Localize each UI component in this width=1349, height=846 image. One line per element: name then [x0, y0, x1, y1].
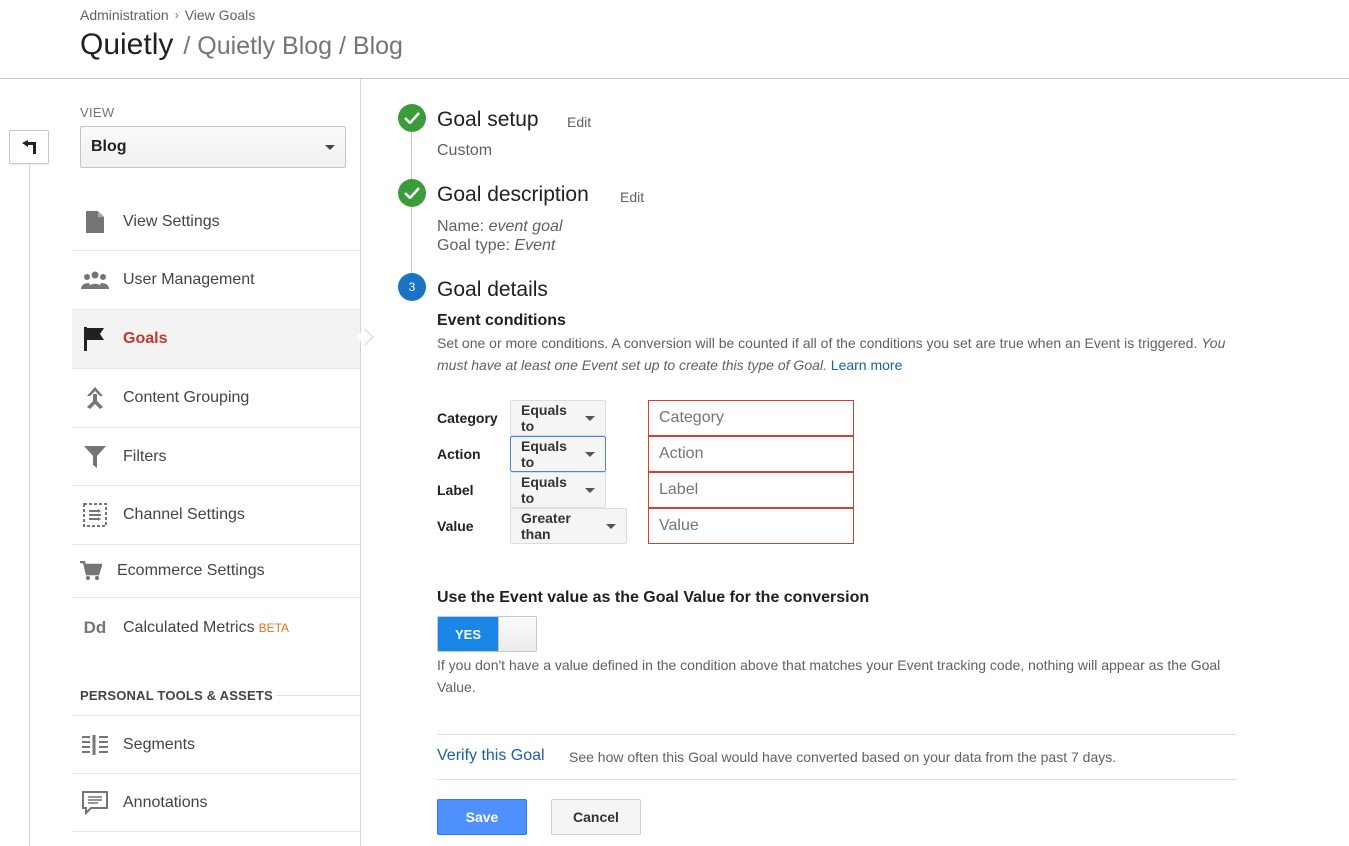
sidebar-item-label: Ecommerce Settings [117, 562, 265, 579]
condition-label-category: Category [437, 410, 498, 426]
chevron-down-icon [606, 523, 616, 529]
goal-value-note: If you don't have a value defined in the… [437, 657, 1221, 695]
property-view-path[interactable]: / Quietly Blog / Blog [183, 32, 403, 61]
sidebar-item-content-grouping[interactable]: Content Grouping [72, 369, 360, 428]
cancel-button[interactable]: Cancel [551, 799, 641, 835]
rail-divider [29, 165, 30, 846]
goal-name-line: Name: event goal [437, 218, 563, 235]
back-button[interactable] [9, 130, 49, 164]
chevron-down-icon [585, 415, 595, 421]
dd-icon: Dd [83, 617, 107, 637]
verify-goal-description: See how often this Goal would have conve… [569, 749, 1117, 765]
toggle-yes-label: YES [438, 617, 498, 651]
admin-sidebar: VIEW Blog View Settings User Management … [72, 79, 374, 846]
breadcrumb-separator: › [174, 8, 179, 22]
sidebar-item-label: Goals [123, 330, 168, 347]
chevron-down-icon [585, 487, 595, 493]
category-input[interactable] [648, 400, 854, 436]
save-button[interactable]: Save [437, 799, 527, 835]
event-conditions-description: Set one or more conditions. A conversion… [437, 335, 1226, 373]
goal-value-title: Use the Event value as the Goal Value fo… [437, 589, 870, 606]
filter-icon [80, 444, 110, 470]
goal-description-edit-link[interactable]: Edit [620, 189, 644, 205]
chevron-down-icon [325, 144, 335, 150]
sidebar-item-view-settings[interactable]: View Settings [72, 193, 360, 251]
toggle-knob [498, 617, 536, 651]
sidebar-item-label: Segments [123, 735, 196, 753]
sidebar-item-label: Annotations [123, 793, 208, 811]
condition-label-action: Action [437, 446, 481, 462]
divider [437, 779, 1237, 780]
divider [437, 734, 1237, 735]
page-header: Administration › View Goals Quietly / Qu… [0, 0, 1349, 79]
view-label: VIEW [80, 105, 115, 120]
sidebar-item-goals[interactable]: Goals [72, 310, 360, 369]
step-goal-details-title: Goal details [437, 278, 548, 301]
sidebar-item-segments[interactable]: Segments [72, 715, 360, 774]
goal-setup-value: Custom [437, 142, 493, 159]
goal-name-value: event goal [488, 218, 563, 235]
annotations-icon [80, 790, 110, 816]
category-operator-dropdown[interactable]: Equals to [510, 400, 606, 436]
goal-type-line: Goal type: Event [437, 237, 556, 254]
action-operator-dropdown[interactable]: Equals to [510, 436, 606, 472]
breadcrumb: Administration › View Goals [80, 7, 255, 23]
goal-value-toggle[interactable]: YES [437, 616, 537, 652]
back-arrow-icon [22, 140, 36, 154]
label-operator-dropdown[interactable]: Equals to [510, 472, 606, 508]
sidebar-item-label: Filters [123, 447, 167, 465]
breadcrumb-view-goals[interactable]: View Goals [185, 7, 256, 23]
view-selector[interactable]: Blog [80, 126, 346, 168]
sidebar-item-annotations[interactable]: Annotations [72, 774, 360, 832]
sidebar-item-filters[interactable]: Filters [72, 428, 360, 486]
chevron-down-icon [585, 451, 595, 457]
value-input[interactable] [648, 508, 854, 544]
action-input[interactable] [648, 436, 854, 472]
section-divider [276, 695, 360, 696]
checkmark-icon [398, 104, 426, 132]
cart-icon [78, 558, 104, 584]
people-icon [80, 267, 110, 293]
sidebar-item-calculated-metrics[interactable]: Dd Calculated Metrics BETA [72, 598, 360, 657]
value-operator-dropdown[interactable]: Greater than [510, 508, 627, 544]
account-title[interactable]: Quietly [80, 28, 173, 62]
channel-settings-icon [80, 502, 110, 528]
section-title-personal-tools: PERSONAL TOOLS & ASSETS [80, 688, 273, 703]
event-conditions-title: Event conditions [437, 312, 566, 329]
sidebar-item-channel-settings[interactable]: Channel Settings [72, 486, 360, 545]
content-grouping-icon [80, 385, 110, 411]
goal-setup-edit-link[interactable]: Edit [567, 114, 591, 130]
view-selector-value: Blog [91, 138, 127, 155]
sidebar-item-ecommerce-settings[interactable]: Ecommerce Settings [72, 545, 360, 598]
beta-badge: BETA [258, 620, 290, 635]
breadcrumb-administration[interactable]: Administration [80, 7, 169, 23]
page-title: Quietly / Quietly Blog / Blog [80, 28, 403, 62]
condition-label-value: Value [437, 518, 474, 534]
document-icon [80, 209, 110, 235]
learn-more-link[interactable]: Learn more [831, 357, 903, 373]
sidebar-item-label: Content Grouping [123, 389, 250, 406]
condition-label-label: Label [437, 482, 474, 498]
step-goal-setup-title: Goal setup [437, 108, 539, 131]
sidebar-item-user-management[interactable]: User Management [72, 251, 360, 310]
goal-type-value: Event [514, 237, 556, 254]
label-input[interactable] [648, 472, 854, 508]
sidebar-item-label: Calculated Metrics BETA [123, 618, 290, 636]
checkmark-icon [398, 179, 426, 207]
sidebar-item-label: Channel Settings [123, 506, 245, 523]
step-number-badge: 3 [398, 273, 426, 301]
segments-icon [80, 732, 110, 758]
step-goal-description-title: Goal description [437, 183, 589, 206]
sidebar-item-label: User Management [123, 271, 255, 288]
sidebar-item-label: View Settings [123, 212, 220, 230]
verify-goal-link[interactable]: Verify this Goal [437, 747, 545, 765]
flag-icon [80, 326, 110, 352]
